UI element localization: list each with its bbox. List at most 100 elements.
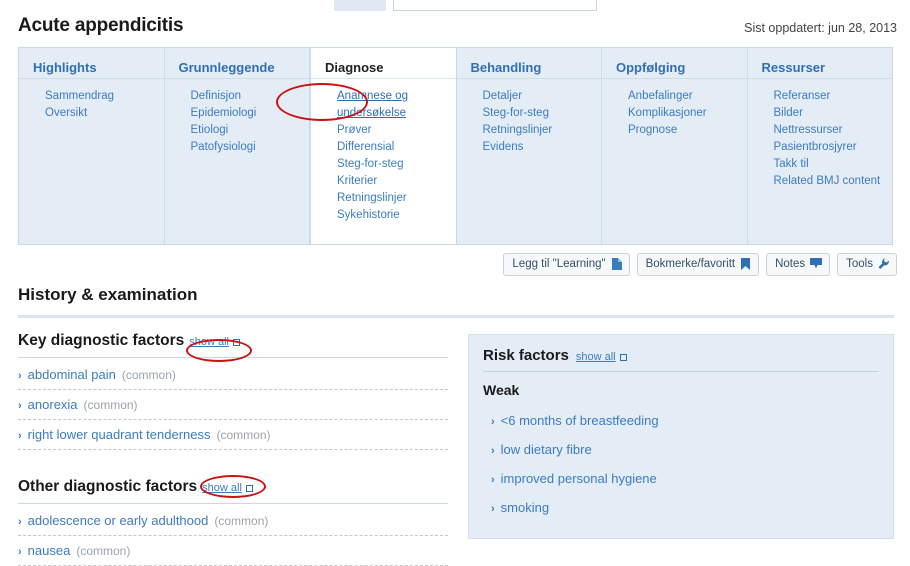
other-factors-list: › adolescence or early adulthood (common) ›…: [18, 506, 448, 566]
key-diagnostic-factors-block: Key diagnostic factors show all › abdomin…: [18, 332, 448, 450]
show-all-label: show all: [575, 351, 616, 363]
nav-link-label: Anamnese og undersøkelse: [337, 90, 408, 119]
risk-factors-heading: Risk factors: [483, 347, 569, 364]
nav-link-retningslinjer[interactable]: Retningslinjer: [337, 190, 456, 207]
factor-frequency: (common): [83, 398, 138, 412]
nav-link-label: Kriterier: [337, 175, 378, 187]
nav-column-heading[interactable]: Diagnose: [311, 48, 456, 78]
nav-link-etiologi[interactable]: Etiologi: [191, 122, 310, 139]
risk-factor-label: smoking: [500, 500, 550, 515]
notes-button[interactable]: Notes: [766, 253, 831, 276]
bookmark-icon: [740, 258, 751, 270]
factor-label: nausea: [27, 543, 71, 558]
nav-link-label: Sammendrag: [45, 90, 115, 102]
nav-column-grunnleggende: Grunnleggende Definisjon Epidemiologi Etiol…: [164, 48, 310, 244]
nav-link-list: Anbefalinger Komplikasjoner Prognose: [602, 79, 747, 139]
nav-link-definisjon[interactable]: Definisjon: [191, 88, 310, 105]
risk-factor-row[interactable]: › low dietary fibre: [483, 435, 879, 464]
nav-link-komplikasjoner[interactable]: Komplikasjoner: [628, 105, 747, 122]
nav-link-list: Referanser Bilder Nettressurser Pasientbros…: [748, 79, 893, 190]
page-icon: [611, 258, 622, 270]
factor-frequency: (common): [214, 514, 269, 528]
risk-factor-row[interactable]: › improved personal hygiene: [483, 464, 879, 493]
topic-navigation-table: Highlights Sammendrag Oversikt Grunnleggend…: [18, 47, 893, 245]
chevron-right-icon: ›: [491, 503, 495, 515]
factor-row[interactable]: › right lower quadrant tenderness (common): [18, 420, 448, 450]
risk-factor-label: low dietary fibre: [500, 442, 592, 457]
nav-link-oversikt[interactable]: Oversikt: [45, 105, 164, 122]
nav-link-sykehistorie[interactable]: Sykehistorie: [337, 207, 456, 224]
nav-link-referanser[interactable]: Referanser: [774, 88, 893, 105]
nav-link-differensial[interactable]: Differensial: [337, 139, 456, 156]
risk-factors-show-all-link[interactable]: show all: [576, 351, 627, 363]
nav-link-label: Epidemiologi: [190, 107, 257, 119]
partial-tab-chip[interactable]: [334, 0, 386, 11]
nav-link-sammendrag[interactable]: Sammendrag: [45, 88, 164, 105]
expand-square-icon: [245, 484, 253, 492]
risk-factors-heading-row: Risk factors show all: [483, 347, 879, 364]
nav-link-epidemiologi[interactable]: Epidemiologi: [191, 105, 310, 122]
nav-column-heading[interactable]: Ressurser: [748, 48, 893, 78]
risk-factor-label: <6 months of breastfeeding: [500, 413, 659, 428]
show-all-label: show all: [189, 336, 229, 348]
nav-link-evidens[interactable]: Evidens: [483, 139, 602, 156]
legg-til-learning-button[interactable]: Legg til "Learning": [503, 253, 630, 276]
nav-link-list: Detaljer Steg-for-steg Retningslinjer Evide…: [457, 79, 602, 156]
factor-label: adolescence or early adulthood: [27, 513, 209, 528]
risk-factor-row[interactable]: › smoking: [483, 493, 879, 522]
nav-link-kriterier[interactable]: Kriterier: [337, 173, 456, 190]
section-title: History & examination: [18, 285, 198, 304]
chevron-right-icon: ›: [491, 474, 495, 486]
speech-bubble-icon: [810, 258, 823, 270]
nav-link-takk-til[interactable]: Takk til: [774, 156, 893, 173]
factor-frequency: (common): [76, 544, 131, 558]
nav-link-prognose[interactable]: Prognose: [628, 122, 747, 139]
other-factors-show-all-link[interactable]: show all: [202, 482, 253, 494]
nav-link-anbefalinger[interactable]: Anbefalinger: [628, 88, 747, 105]
nav-link-label: Detaljer: [482, 90, 523, 102]
chevron-right-icon: ›: [18, 516, 22, 528]
tool-button-label: Notes: [775, 258, 806, 270]
factor-row[interactable]: › nausea (common): [18, 536, 448, 566]
factor-row[interactable]: › abdominal pain (common): [18, 360, 448, 390]
tool-button-label: Bokmerke/favoritt: [645, 258, 736, 270]
nav-column-heading[interactable]: Highlights: [19, 48, 164, 78]
nav-link-steg-for-steg[interactable]: Steg-for-steg: [483, 105, 602, 122]
nav-link-retningslinjer[interactable]: Retningslinjer: [483, 122, 602, 139]
nav-link-nettressurser[interactable]: Nettressurser: [774, 122, 893, 139]
other-factors-heading: Other diagnostic factors: [18, 478, 198, 495]
factor-label: right lower quadrant tenderness: [27, 427, 211, 442]
key-factors-show-all-link[interactable]: show all: [189, 336, 240, 348]
nav-link-bilder[interactable]: Bilder: [774, 105, 893, 122]
nav-link-detaljer[interactable]: Detaljer: [483, 88, 602, 105]
nav-link-patofysiologi[interactable]: Patofysiologi: [191, 139, 310, 156]
factor-row[interactable]: › anorexia (common): [18, 390, 448, 420]
nav-column-heading[interactable]: Grunnleggende: [165, 48, 310, 78]
factor-row[interactable]: › adolescence or early adulthood (common): [18, 506, 448, 536]
nav-link-list: Sammendrag Oversikt: [19, 79, 164, 122]
nav-link-related-bmj-content[interactable]: Related BMJ content: [774, 173, 893, 190]
tool-button-label: Legg til "Learning": [512, 258, 606, 270]
risk-factor-row[interactable]: › <6 months of breastfeeding: [483, 406, 879, 435]
page-title: Acute appendicitis: [18, 15, 184, 36]
partial-input-box[interactable]: [393, 0, 597, 11]
nav-link-label: Patofysiologi: [190, 141, 256, 153]
risk-factors-subheading: Weak: [483, 382, 520, 398]
nav-link-pasientbrosjyrer[interactable]: Pasientbrosjyrer: [774, 139, 893, 156]
key-factors-heading: Key diagnostic factors: [18, 332, 185, 349]
nav-link-anamnese-og-unders-kelse[interactable]: Anamnese og undersøkelse: [337, 88, 417, 122]
nav-column-heading[interactable]: Oppfølging: [602, 48, 747, 78]
nav-column-diagnose: Diagnose Anamnese og undersøkelse Prøver Di…: [310, 47, 457, 245]
bokmerke-favoritt-button[interactable]: Bokmerke/favoritt: [636, 253, 760, 276]
nav-link-steg-for-steg[interactable]: Steg-for-steg: [337, 156, 456, 173]
nav-link-pr-ver[interactable]: Prøver: [337, 122, 456, 139]
risk-factors-panel: Risk factors show all Weak › <6 months of…: [468, 334, 894, 539]
nav-column-heading[interactable]: Behandling: [457, 48, 602, 78]
chevron-right-icon: ›: [491, 445, 495, 457]
key-factors-divider: [18, 357, 448, 358]
tools-button[interactable]: Tools: [837, 253, 897, 276]
risk-factors-divider: [483, 371, 879, 372]
nav-column-behandling: Behandling Detaljer Steg-for-steg Retningsl…: [456, 48, 602, 244]
top-chrome-strip: [0, 0, 910, 13]
expand-square-icon: [233, 338, 240, 346]
